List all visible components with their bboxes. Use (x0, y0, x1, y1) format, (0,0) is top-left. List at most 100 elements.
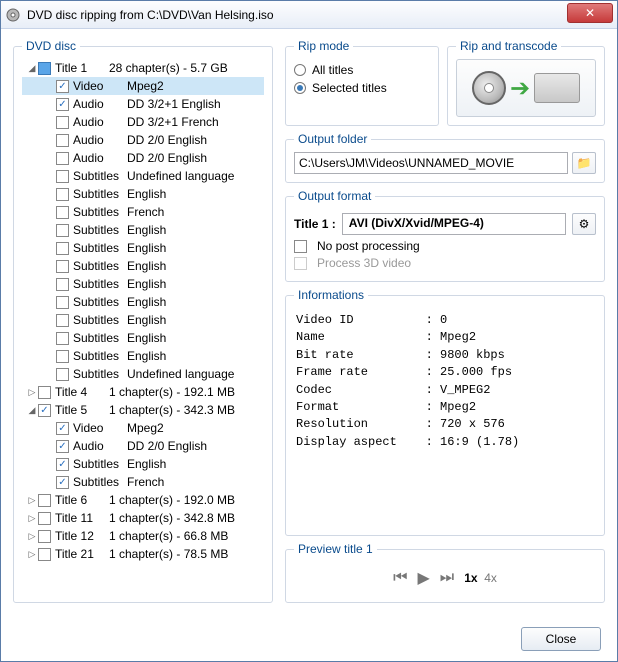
transcode-button[interactable]: ➔ (456, 59, 596, 117)
tree-row[interactable]: AudioDD 3/2+1 French (22, 113, 264, 131)
tree-row[interactable]: ▷Title 121 chapter(s) - 66.8 MB (22, 527, 264, 545)
checkbox-icon[interactable] (38, 386, 51, 399)
preview-speed[interactable]: 1x 4x (464, 571, 497, 585)
tree-row[interactable]: SubtitlesFrench (22, 473, 264, 491)
tree-row[interactable]: VideoMpeg2 (22, 77, 264, 95)
tree-item-label: Audio (73, 97, 127, 111)
checkbox-icon[interactable] (56, 278, 69, 291)
footer: Close (521, 627, 601, 651)
checkbox-icon[interactable] (56, 80, 69, 93)
collapse-icon[interactable]: ◢ (26, 63, 38, 74)
tree-row[interactable]: ▷Title 61 chapter(s) - 192.0 MB (22, 491, 264, 509)
window-close-button[interactable]: ✕ (567, 3, 613, 23)
radio-selected-titles[interactable]: Selected titles (294, 81, 430, 95)
expand-icon[interactable]: ▷ (26, 387, 38, 398)
tree-item-label: Subtitles (73, 313, 127, 327)
tree-item-label: Subtitles (73, 295, 127, 309)
ripmode-legend: Rip mode (294, 39, 353, 53)
expand-icon[interactable]: ▷ (26, 495, 38, 506)
output-folder-group: Output folder 📁 (285, 132, 605, 183)
checkbox-icon[interactable] (56, 476, 69, 489)
tree-item-label: Title 5 (55, 403, 109, 417)
tree-item-info: 1 chapter(s) - 192.1 MB (109, 385, 235, 399)
tree-row[interactable]: VideoMpeg2 (22, 419, 264, 437)
tree-row[interactable]: AudioDD 2/0 English (22, 131, 264, 149)
title-tree[interactable]: ◢Title 128 chapter(s) - 5.7 GBVideoMpeg2… (22, 59, 264, 594)
preview-legend: Preview title 1 (294, 542, 377, 556)
collapse-icon[interactable]: ◢ (26, 405, 38, 416)
tree-item-label: Audio (73, 439, 127, 453)
tree-row[interactable]: SubtitlesEnglish (22, 455, 264, 473)
format-title-label: Title 1 : (294, 217, 336, 231)
tree-row[interactable]: SubtitlesEnglish (22, 329, 264, 347)
checkbox-icon[interactable] (38, 62, 51, 75)
format-settings-button[interactable]: ⚙ (572, 213, 596, 235)
output-folder-input[interactable] (294, 152, 568, 174)
checkbox-icon[interactable] (56, 458, 69, 471)
tree-row[interactable]: SubtitlesEnglish (22, 311, 264, 329)
speed-4x[interactable]: 4x (484, 571, 497, 585)
preview-prev-button[interactable]: ⏮ (393, 569, 407, 587)
no-post-processing-checkbox[interactable]: No post processing (294, 239, 596, 253)
tree-row[interactable]: AudioDD 3/2+1 English (22, 95, 264, 113)
tree-item-label: Title 21 (55, 547, 109, 561)
tree-row[interactable]: SubtitlesFrench (22, 203, 264, 221)
checkbox-icon[interactable] (38, 404, 51, 417)
tree-row[interactable]: SubtitlesUndefined language (22, 167, 264, 185)
checkbox-icon[interactable] (38, 548, 51, 561)
tree-row[interactable]: ▷Title 111 chapter(s) - 342.8 MB (22, 509, 264, 527)
tree-row[interactable]: ◢Title 128 chapter(s) - 5.7 GB (22, 59, 264, 77)
preview-next-button[interactable]: ⏭ (440, 569, 454, 587)
tree-item-info: 1 chapter(s) - 66.8 MB (109, 529, 228, 543)
checkbox-icon[interactable] (38, 494, 51, 507)
checkbox-icon[interactable] (56, 188, 69, 201)
tree-row[interactable]: ▷Title 41 chapter(s) - 192.1 MB (22, 383, 264, 401)
checkbox-icon[interactable] (56, 98, 69, 111)
tree-row[interactable]: SubtitlesEnglish (22, 185, 264, 203)
informations-text: Video ID : 0 Name : Mpeg2 Bit rate : 980… (294, 308, 596, 468)
checkbox-icon[interactable] (38, 530, 51, 543)
expand-icon[interactable]: ▷ (26, 531, 38, 542)
tree-item-info: English (127, 277, 166, 291)
tree-row[interactable]: AudioDD 2/0 English (22, 149, 264, 167)
checkbox-icon[interactable] (56, 260, 69, 273)
checkbox-icon[interactable] (56, 116, 69, 129)
titlebar: DVD disc ripping from C:\DVD\Van Helsing… (1, 1, 617, 29)
tree-item-info: English (127, 457, 166, 471)
checkbox-icon[interactable] (56, 224, 69, 237)
tree-row[interactable]: ▷Title 211 chapter(s) - 78.5 MB (22, 545, 264, 563)
close-button[interactable]: Close (521, 627, 601, 651)
tree-row[interactable]: SubtitlesUndefined language (22, 365, 264, 383)
radio-icon (294, 64, 306, 76)
tree-item-info: English (127, 241, 166, 255)
preview-play-button[interactable]: ▶ (417, 568, 429, 588)
tree-row[interactable]: SubtitlesEnglish (22, 239, 264, 257)
checkbox-icon[interactable] (56, 332, 69, 345)
process-3d-label: Process 3D video (317, 256, 411, 270)
checkbox-icon[interactable] (56, 314, 69, 327)
checkbox-icon[interactable] (38, 512, 51, 525)
tree-row[interactable]: SubtitlesEnglish (22, 293, 264, 311)
browse-folder-button[interactable]: 📁 (572, 152, 596, 174)
speed-1x[interactable]: 1x (464, 571, 477, 585)
tree-row[interactable]: SubtitlesEnglish (22, 347, 264, 365)
checkbox-icon[interactable] (56, 242, 69, 255)
checkbox-icon[interactable] (56, 440, 69, 453)
hdd-icon (534, 73, 580, 103)
tree-row[interactable]: ◢Title 51 chapter(s) - 342.3 MB (22, 401, 264, 419)
checkbox-icon[interactable] (56, 422, 69, 435)
checkbox-icon[interactable] (56, 152, 69, 165)
expand-icon[interactable]: ▷ (26, 513, 38, 524)
checkbox-icon[interactable] (56, 296, 69, 309)
tree-row[interactable]: AudioDD 2/0 English (22, 437, 264, 455)
checkbox-icon[interactable] (56, 170, 69, 183)
expand-icon[interactable]: ▷ (26, 549, 38, 560)
checkbox-icon[interactable] (56, 206, 69, 219)
tree-row[interactable]: SubtitlesEnglish (22, 221, 264, 239)
tree-row[interactable]: SubtitlesEnglish (22, 275, 264, 293)
radio-all-titles[interactable]: All titles (294, 63, 430, 77)
checkbox-icon[interactable] (56, 134, 69, 147)
checkbox-icon[interactable] (56, 368, 69, 381)
tree-row[interactable]: SubtitlesEnglish (22, 257, 264, 275)
checkbox-icon[interactable] (56, 350, 69, 363)
